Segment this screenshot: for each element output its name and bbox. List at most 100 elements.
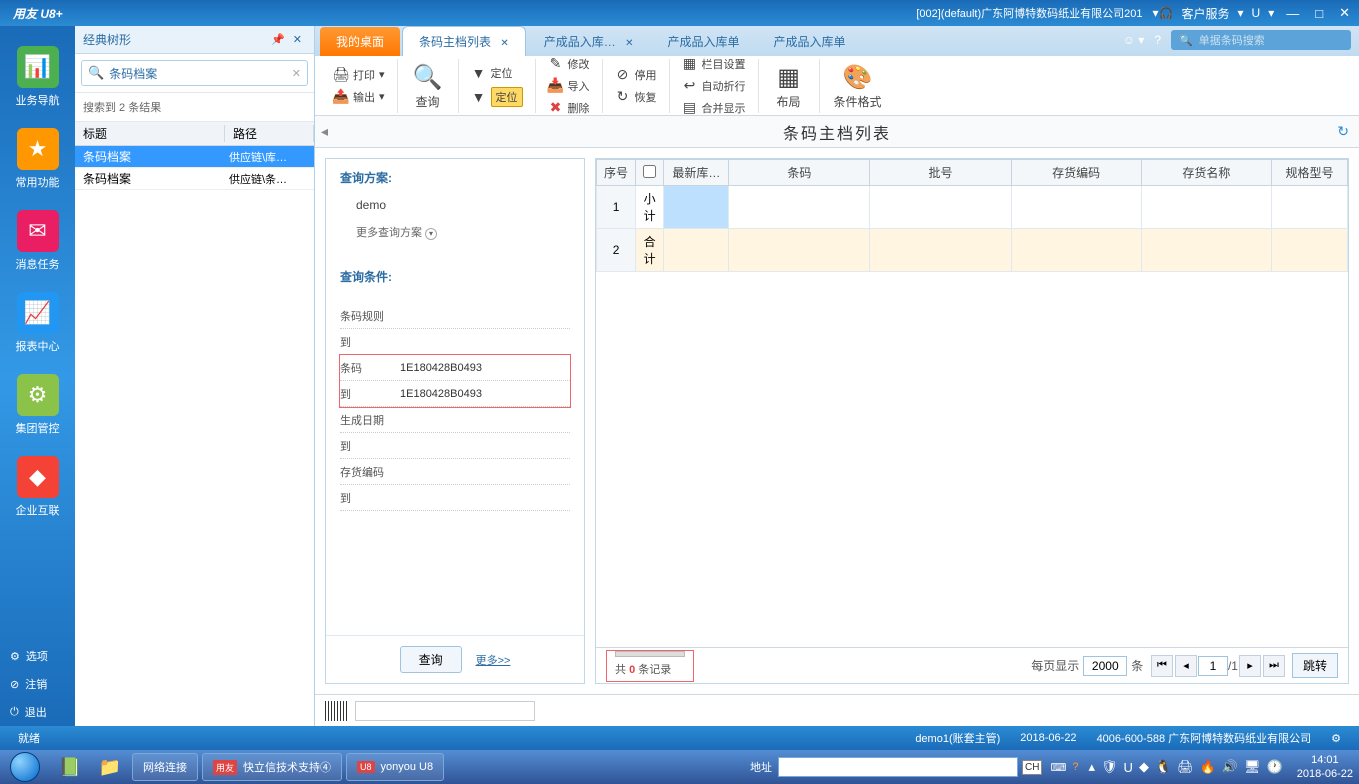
th-latest[interactable]: 最新库…: [664, 160, 729, 186]
column-settings-button[interactable]: ▦栏目设置: [678, 54, 750, 74]
tray-print-icon[interactable]: 🖨: [1177, 759, 1194, 775]
page-size-input[interactable]: [1083, 656, 1127, 676]
tab-barcode-list[interactable]: 条码主档列表 ✕: [402, 26, 526, 56]
nav-common[interactable]: ★ 常用功能: [16, 128, 60, 190]
query-scheme-name[interactable]: demo: [340, 194, 570, 216]
table-row[interactable]: 2 合计: [597, 229, 1348, 272]
task-network[interactable]: 网络连接: [132, 753, 198, 781]
more-link[interactable]: 更多>>: [476, 652, 511, 668]
smile-icon[interactable]: ☺ ▾: [1123, 33, 1145, 47]
print-button[interactable]: 🖨打印 ▾: [329, 65, 389, 85]
nav-messages[interactable]: ✉ 消息任务: [16, 210, 60, 272]
data-table[interactable]: 序号 最新库… 条码 批号 存货编码 存货名称 规格型号: [596, 159, 1348, 647]
th-barcode[interactable]: 条码: [729, 160, 870, 186]
th-stock-name[interactable]: 存货名称: [1141, 160, 1271, 186]
maximize-button[interactable]: □: [1311, 6, 1327, 21]
page-number-input[interactable]: [1198, 656, 1228, 676]
tab-item[interactable]: 产成品入库单: [758, 27, 862, 56]
modify-button[interactable]: ✎修改: [544, 54, 594, 74]
taskbar-clock[interactable]: 14:01 2018-06-22: [1291, 753, 1359, 781]
tree-search-input[interactable]: [104, 66, 292, 80]
query-field[interactable]: 条码规则: [340, 303, 570, 329]
run-query-button[interactable]: 查询: [400, 646, 462, 673]
tray-clock-icon[interactable]: 🕐: [1267, 759, 1283, 775]
tab-home[interactable]: 我的桌面: [320, 27, 400, 56]
options-button[interactable]: ⚙ 选项: [0, 642, 75, 670]
close-button[interactable]: ✕: [1335, 5, 1354, 21]
th-seq[interactable]: 序号: [597, 160, 636, 186]
first-page-button[interactable]: ⏮: [1151, 655, 1173, 677]
pin-icon[interactable]: 📌: [267, 33, 289, 46]
tree-search-box[interactable]: 🔍 ✕: [81, 60, 308, 86]
export-button[interactable]: 📤输出 ▾: [329, 87, 389, 107]
tab-item[interactable]: 产成品入库… ✕: [528, 27, 650, 56]
barcode-input[interactable]: [355, 701, 535, 721]
layout-button[interactable]: ▦ 布局: [767, 59, 811, 112]
nav-enterprise[interactable]: ◆ 企业互联: [16, 456, 60, 518]
nav-back-icon[interactable]: ◂: [321, 123, 328, 140]
clear-icon[interactable]: ✕: [292, 67, 301, 80]
cs-dropdown-icon[interactable]: ▾: [1238, 6, 1244, 20]
exit-button[interactable]: ⏻ 退出: [0, 698, 75, 726]
th-stock-code[interactable]: 存货编码: [1011, 160, 1141, 186]
query-field[interactable]: 生成日期: [340, 407, 570, 433]
tray-flame-icon[interactable]: 🔥: [1200, 759, 1216, 775]
tray-shield-icon[interactable]: 🛡: [1101, 759, 1118, 775]
nav-reports[interactable]: 📈 报表中心: [16, 292, 60, 354]
nav-business[interactable]: 📊 业务导航: [16, 46, 60, 108]
help-icon[interactable]: ?: [1154, 33, 1161, 47]
query-field[interactable]: 到: [340, 329, 570, 355]
task-kx[interactable]: 用友快立信技术支持④: [202, 753, 342, 781]
locate-highlight-button[interactable]: ▼定位: [467, 85, 527, 109]
tree-row[interactable]: 条码档案 供应链\库…: [75, 146, 314, 168]
pinned-explorer[interactable]: 📁: [90, 753, 130, 781]
u-dropdown-icon[interactable]: ▾: [1268, 6, 1274, 20]
tab-close-icon[interactable]: ✕: [625, 38, 633, 49]
query-field[interactable]: 到: [340, 433, 570, 459]
tray-app-icon[interactable]: ◆: [1139, 759, 1149, 775]
wrap-button[interactable]: ↩自动折行: [678, 76, 750, 96]
ime-button[interactable]: CH: [1022, 760, 1042, 775]
locate-button[interactable]: ▼定位: [467, 63, 517, 83]
table-row[interactable]: 1 小计: [597, 186, 1348, 229]
restore-button[interactable]: ↻恢复: [611, 87, 661, 107]
tree-close-icon[interactable]: ✕: [289, 33, 306, 46]
logout-button[interactable]: ⊘ 注销: [0, 670, 75, 698]
tray-network-icon[interactable]: 🖥: [1244, 759, 1261, 775]
jump-button[interactable]: 跳转: [1292, 653, 1338, 678]
tree-row[interactable]: 条码档案 供应链\条…: [75, 168, 314, 190]
global-search[interactable]: 🔍 单据条码搜索: [1171, 30, 1351, 50]
stop-button[interactable]: ⊘停用: [611, 65, 661, 85]
tab-close-icon[interactable]: ✕: [500, 38, 508, 49]
query-field[interactable]: 存货编码: [340, 459, 570, 485]
tray-volume-icon[interactable]: 🔊: [1222, 759, 1238, 775]
query-field[interactable]: 到: [340, 485, 570, 511]
start-button[interactable]: [0, 750, 50, 784]
nav-group[interactable]: ⚙ 集团管控: [16, 374, 60, 436]
th-spec[interactable]: 规格型号: [1271, 160, 1347, 186]
tray-u8-icon[interactable]: U: [1124, 760, 1133, 775]
system-tray[interactable]: ▴ 🛡 U ◆ 🐧 🖨 🔥 🔊 🖥 🕐: [1081, 759, 1291, 775]
query-button[interactable]: 🔍 查询: [406, 59, 450, 112]
prev-page-button[interactable]: ◂: [1175, 655, 1197, 677]
u-icon[interactable]: U: [1252, 6, 1261, 20]
select-all-checkbox[interactable]: [643, 165, 656, 178]
next-page-button[interactable]: ▸: [1239, 655, 1261, 677]
last-page-button[interactable]: ⏭: [1263, 655, 1285, 677]
query-field-barcode-to[interactable]: 到 1E180428B0493: [340, 381, 570, 407]
ime-toggle-icon[interactable]: ⌨: [1046, 761, 1070, 774]
merge-button[interactable]: ▤合并显示: [678, 98, 750, 118]
th-check[interactable]: [636, 160, 664, 186]
query-field-barcode[interactable]: 条码 1E180428B0493: [340, 355, 570, 381]
status-config-icon[interactable]: ⚙: [1321, 732, 1351, 745]
minimize-button[interactable]: —: [1282, 6, 1303, 21]
refresh-icon[interactable]: ↻: [1337, 123, 1349, 140]
pinned-excel[interactable]: 📗: [50, 753, 90, 781]
address-input[interactable]: [778, 757, 1018, 777]
conditional-format-button[interactable]: 🎨 条件格式: [828, 59, 888, 112]
tray-up-icon[interactable]: ▴: [1089, 759, 1096, 775]
tray-qq-icon[interactable]: 🐧: [1155, 759, 1171, 775]
task-u8[interactable]: U8yonyou U8: [346, 753, 444, 781]
tab-item[interactable]: 产成品入库单: [652, 27, 756, 56]
th-batch[interactable]: 批号: [870, 160, 1011, 186]
